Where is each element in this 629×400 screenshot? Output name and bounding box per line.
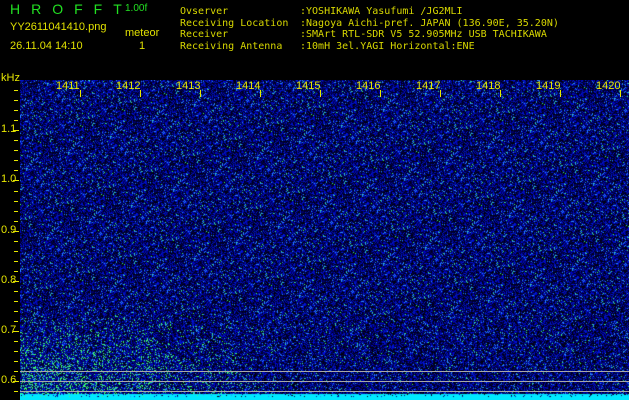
y-minor-tick — [14, 260, 18, 262]
y-minor-tick — [14, 341, 18, 343]
y-tick-label: 0.8 — [1, 273, 17, 286]
filename-label: YY2611041410.png — [10, 21, 107, 33]
x-tick-mark — [80, 90, 81, 97]
y-minor-tick — [14, 100, 18, 102]
y-minor-tick — [14, 361, 18, 363]
app-logo: HROFFT — [10, 1, 133, 17]
y-minor-tick — [14, 180, 18, 182]
y-minor-tick — [14, 371, 18, 373]
y-minor-tick — [14, 270, 18, 272]
x-tick-label: 1419 — [536, 80, 561, 92]
y-minor-tick — [14, 351, 18, 353]
y-minor-tick — [14, 230, 18, 232]
y-minor-tick — [14, 240, 18, 242]
y-tick-label: 0.6 — [1, 374, 17, 387]
x-tick-label: 1418 — [476, 80, 501, 92]
y-tick-label: 1.1 — [1, 123, 17, 136]
y-minor-tick — [14, 150, 18, 152]
mode-label: meteor — [125, 27, 160, 39]
x-tick-label: 1413 — [176, 80, 201, 92]
y-minor-tick — [14, 290, 18, 292]
y-minor-tick — [14, 90, 18, 92]
y-minor-tick — [14, 280, 18, 282]
y-minor-tick — [14, 200, 18, 202]
spectrogram-heatmap — [20, 80, 629, 400]
y-minor-tick — [14, 311, 18, 313]
y-minor-tick — [14, 210, 18, 212]
y-minor-tick — [14, 160, 18, 162]
y-tick-label: 0.7 — [1, 324, 17, 337]
reference-line — [20, 391, 629, 393]
reference-line — [20, 371, 629, 373]
x-tick-label: 1411 — [56, 80, 80, 92]
x-tick-label: 1417 — [416, 80, 441, 92]
x-tick-label: 1420 — [596, 80, 621, 92]
y-minor-tick — [14, 120, 18, 122]
y-minor-tick — [14, 381, 18, 383]
info-observer: Ovserver:YOSHIKAWA Yasufumi /JG2MLI — [180, 6, 463, 17]
x-tick-label: 1416 — [356, 80, 381, 92]
y-minor-tick — [14, 250, 18, 252]
info-receiver: Receiver:SMArt RTL-SDR V5 52.905MHz USB … — [180, 29, 547, 40]
y-minor-tick — [14, 220, 18, 222]
y-minor-tick — [14, 130, 18, 132]
station-info: Ovserver:YOSHIKAWA Yasufumi /JG2MLI Recei… — [180, 6, 559, 52]
y-axis-unit: kHz — [1, 72, 20, 84]
y-minor-tick — [14, 391, 18, 393]
datetime-label: 26.11.04 14:10 — [10, 40, 83, 52]
y-minor-tick — [14, 140, 18, 142]
version-label: 1.00f — [125, 3, 148, 14]
y-minor-tick — [14, 321, 18, 323]
y-minor-tick — [14, 301, 18, 303]
y-minor-tick — [14, 331, 18, 333]
x-tick-label: 1412 — [116, 80, 141, 92]
y-minor-tick — [14, 110, 18, 112]
y-minor-tick — [14, 190, 18, 192]
info-antenna: Receiving Antenna:10mH 3el.YAGI Horizont… — [180, 40, 475, 52]
x-tick-label: 1415 — [296, 80, 321, 92]
x-tick-label: 1414 — [236, 80, 261, 92]
y-tick-label: 0.9 — [1, 223, 17, 236]
reference-line — [20, 381, 629, 383]
info-location: Receiving Location:Nagoya Aichi-pref. JA… — [180, 17, 559, 29]
meteor-count: 1 — [139, 40, 146, 52]
y-minor-tick — [14, 170, 18, 172]
y-tick-label: 1.0 — [1, 173, 17, 186]
